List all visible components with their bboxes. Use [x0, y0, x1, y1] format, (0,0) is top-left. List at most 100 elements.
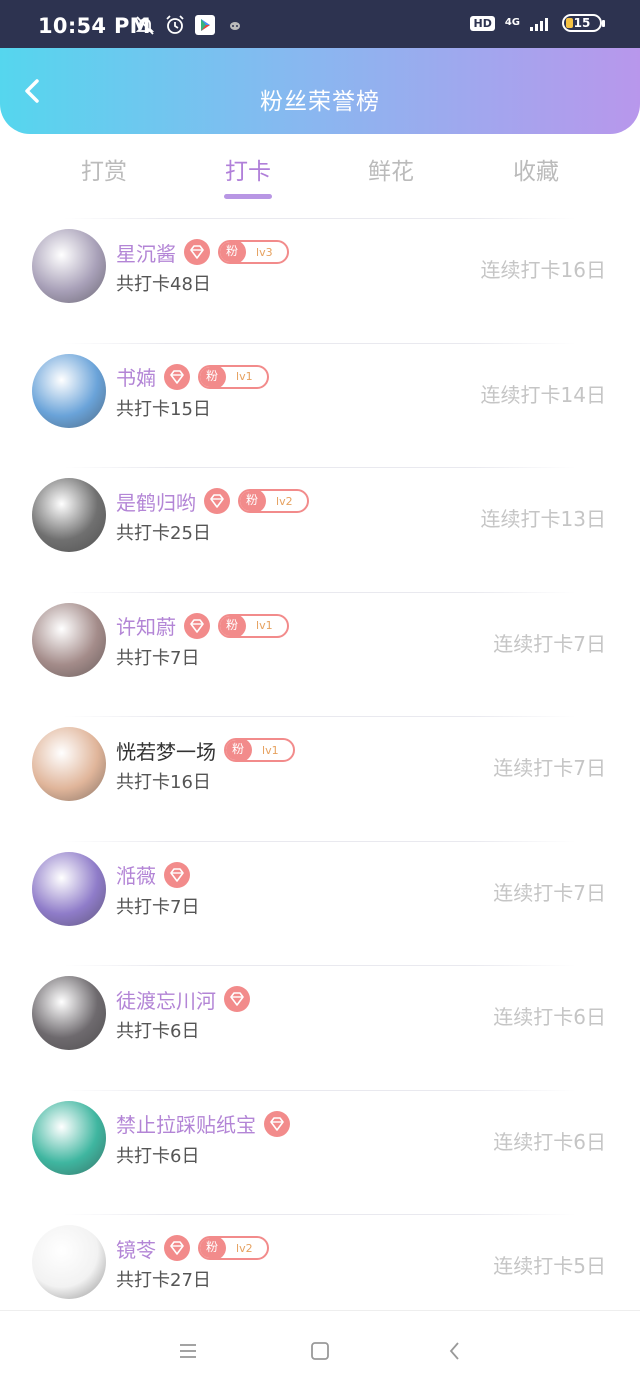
streak-count: 连续打卡14日	[480, 382, 606, 407]
page-title: 粉丝荣誉榜	[260, 89, 380, 115]
list-item[interactable]: 书婻 粉 lv1 共打卡15日 连续打卡14日	[0, 337, 640, 462]
row-divider	[64, 342, 576, 344]
name-line: 恍若梦一场粉 lv1	[116, 736, 295, 764]
name-line: 是鹤归哟 粉 lv2	[116, 487, 309, 515]
fan-label: 粉	[220, 242, 247, 262]
fan-level-badge: 粉 lv1	[224, 738, 295, 762]
list-item[interactable]: 是鹤归哟 粉 lv2 共打卡25日 连续打卡13日	[0, 461, 640, 586]
play-store-icon	[195, 15, 215, 35]
avatar[interactable]	[32, 353, 106, 428]
signal-icon	[530, 18, 548, 31]
diamond-icon	[264, 1110, 290, 1137]
status-bar: 10:54 PM HD 4G 15	[0, 0, 640, 48]
user-name[interactable]: 禁止拉踩贴纸宝	[116, 1109, 256, 1138]
avatar[interactable]	[32, 851, 106, 926]
fan-label: 粉	[200, 1238, 227, 1258]
fan-level-badge: 粉 lv1	[198, 364, 269, 389]
total-checkins: 共打卡6日	[116, 1145, 200, 1167]
avatar[interactable]	[32, 478, 106, 552]
fan-level: lv2	[276, 494, 293, 508]
diamond-icon	[164, 1235, 190, 1261]
user-name[interactable]: 许知蔚	[116, 611, 176, 640]
tab-favorites[interactable]: 收藏	[486, 152, 586, 186]
diamond-icon	[184, 612, 210, 639]
tab-reward[interactable]: 打赏	[54, 152, 154, 186]
row-divider	[64, 965, 576, 966]
total-checkins: 共打卡16日	[116, 772, 211, 793]
avatar[interactable]	[32, 727, 106, 801]
total-checkins: 共打卡15日	[116, 398, 211, 420]
list-item[interactable]: 徒渡忘川河共打卡6日 连续打卡6日	[0, 959, 640, 1084]
network-type: 4G	[504, 17, 520, 28]
system-nav-bar	[0, 1310, 640, 1387]
total-checkins: 共打卡27日	[116, 1270, 211, 1291]
battery-level-fill	[566, 18, 573, 28]
user-name[interactable]: 是鹤归哟	[116, 487, 196, 516]
diamond-icon	[224, 986, 250, 1012]
battery-percent: 15	[573, 16, 591, 30]
user-name[interactable]: 星沉酱	[116, 238, 176, 267]
battery-indicator: 15	[562, 14, 605, 32]
total-checkins: 共打卡48日	[116, 274, 211, 295]
streak-count: 连续打卡6日	[493, 1129, 606, 1154]
diamond-icon	[164, 363, 190, 390]
streak-count: 连续打卡7日	[493, 631, 606, 656]
fan-level: lv1	[256, 619, 273, 632]
fan-label: 粉	[226, 740, 253, 760]
active-tab-indicator	[224, 194, 272, 199]
fan-label: 粉	[200, 366, 227, 387]
hd-badge: HD	[470, 15, 495, 31]
fan-label: 粉	[220, 615, 247, 636]
fan-level-badge: 粉 lv2	[198, 1236, 269, 1260]
tab-bar: 打赏 打卡 鲜花 收藏	[0, 134, 640, 206]
alarm-icon	[166, 15, 184, 34]
list-item[interactable]: 湉薇共打卡7日 连续打卡7日	[0, 835, 640, 960]
row-divider	[64, 716, 576, 717]
list-item[interactable]: 恍若梦一场粉 lv1 共打卡16日 连续打卡7日	[0, 710, 640, 835]
total-checkins: 共打卡7日	[116, 647, 200, 669]
user-name[interactable]: 恍若梦一场	[116, 736, 216, 765]
mute-bell-icon	[135, 16, 155, 35]
user-name[interactable]: 镜苓	[116, 1234, 156, 1263]
name-line: 书婻 粉 lv1	[116, 363, 269, 391]
row-divider	[64, 1089, 576, 1091]
streak-count: 连续打卡6日	[493, 1005, 606, 1029]
row-divider	[64, 467, 576, 468]
diamond-icon	[184, 239, 210, 265]
avatar[interactable]	[32, 1225, 106, 1299]
list-item[interactable]: 许知蔚 粉 lv1 共打卡7日 连续打卡7日	[0, 586, 640, 711]
title-bar: 粉丝荣誉榜	[0, 48, 640, 134]
total-checkins: 共打卡7日	[116, 896, 200, 918]
list-item[interactable]: 禁止拉踩贴纸宝共打卡6日 连续打卡6日	[0, 1084, 640, 1209]
streak-count: 连续打卡7日	[493, 880, 606, 905]
menu-icon[interactable]	[176, 1339, 200, 1363]
total-checkins: 共打卡6日	[116, 1021, 200, 1042]
diamond-icon	[204, 488, 230, 514]
name-line: 徒渡忘川河	[116, 985, 250, 1013]
row-divider	[64, 1214, 576, 1215]
list-item[interactable]: 星沉酱 粉 lv3 共打卡48日 连续打卡16日	[0, 212, 640, 337]
fan-level: lv1	[236, 370, 253, 383]
total-checkins: 共打卡25日	[116, 523, 211, 544]
streak-count: 连续打卡13日	[480, 507, 606, 531]
tab-flowers[interactable]: 鲜花	[341, 152, 441, 186]
user-name[interactable]: 湉薇	[116, 860, 156, 889]
avatar[interactable]	[32, 1100, 106, 1175]
name-line: 镜苓 粉 lv2	[116, 1234, 269, 1262]
streak-count: 连续打卡5日	[493, 1254, 606, 1278]
fan-label: 粉	[240, 491, 267, 511]
row-divider	[64, 218, 576, 219]
row-divider	[64, 840, 576, 842]
home-square-icon[interactable]	[308, 1339, 332, 1363]
user-name[interactable]: 徒渡忘川河	[116, 985, 216, 1014]
row-divider	[64, 591, 576, 593]
user-name[interactable]: 书婻	[116, 362, 156, 391]
app-notification-icon	[230, 22, 240, 30]
avatar[interactable]	[32, 229, 106, 303]
avatar[interactable]	[32, 602, 106, 677]
nav-back-icon[interactable]	[443, 1339, 467, 1363]
name-line: 许知蔚 粉 lv1	[116, 612, 289, 640]
avatar[interactable]	[32, 976, 106, 1050]
tab-checkin[interactable]: 打卡	[198, 152, 298, 186]
status-right-icons: HD 4G 15	[470, 14, 605, 32]
